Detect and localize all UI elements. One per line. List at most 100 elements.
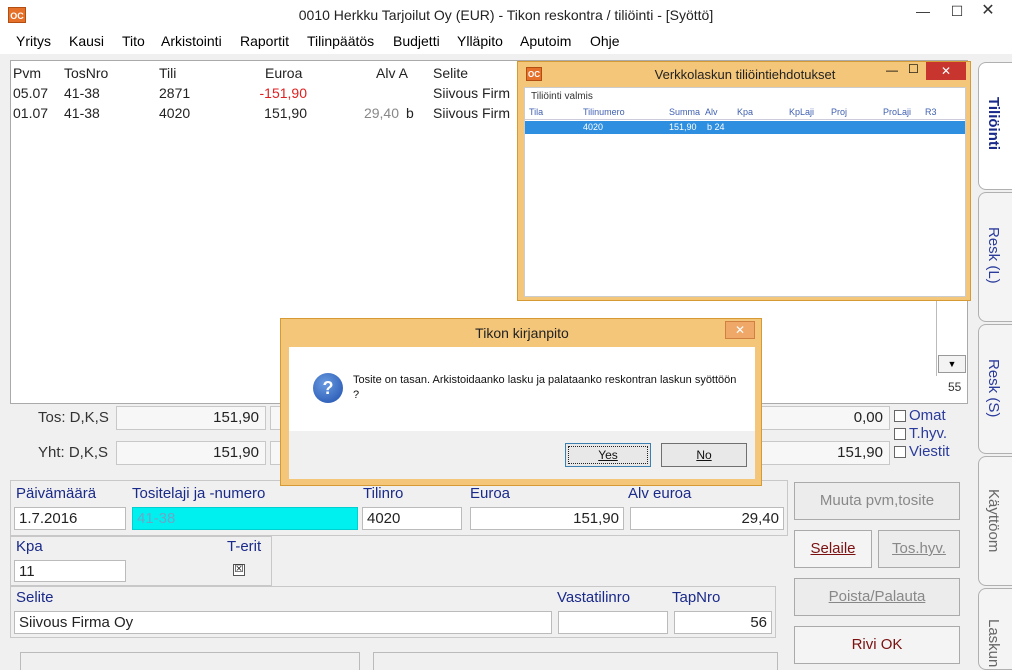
vastatilinro-field[interactable] bbox=[558, 611, 668, 634]
tilinro-label: Tilinro bbox=[363, 485, 404, 502]
rivi-ok-button[interactable]: Rivi OK bbox=[794, 626, 960, 664]
omat-checkbox[interactable] bbox=[894, 410, 906, 422]
row-alv-code: b bbox=[406, 105, 414, 121]
dialog-title: Tikon kirjanpito bbox=[475, 325, 569, 341]
terit-label: T-erit bbox=[227, 538, 262, 555]
poista-palauta-button[interactable]: Poista/Palauta bbox=[794, 578, 960, 616]
vk-col-header[interactable]: Tilinumero bbox=[583, 107, 625, 117]
thyv-label: T.hyv. bbox=[909, 425, 948, 442]
alv-euroa-field[interactable]: 29,40 bbox=[630, 507, 784, 530]
menu-ohje[interactable]: Ohje bbox=[590, 33, 620, 49]
col-header-tosnro[interactable]: TosNro bbox=[64, 65, 108, 81]
col-header-euroa[interactable]: Euroa bbox=[265, 65, 302, 81]
yes-button[interactable]: Yes bbox=[565, 443, 651, 467]
tab-laskun-label: Laskun bbox=[985, 619, 1002, 668]
verkkolasku-title: Verkkolaskun tiliöintiehdotukset bbox=[654, 67, 836, 82]
omat-label: Omat bbox=[909, 407, 946, 424]
tos-total-value: 151,90 bbox=[116, 406, 266, 430]
tab-tiliointi[interactable]: Tiliöinti bbox=[978, 62, 1012, 190]
vk-col-header[interactable]: ProLaji bbox=[883, 107, 911, 117]
row-pvm: 01.07 bbox=[13, 105, 49, 121]
row-tosnro: 41-38 bbox=[64, 85, 100, 101]
tab-resk-l[interactable]: Resk (L) bbox=[978, 192, 1012, 322]
dialog-footer: Yes No bbox=[289, 431, 755, 479]
minimize-button[interactable]: — bbox=[886, 63, 898, 77]
paivamaara-field[interactable]: 1.7.2016 bbox=[14, 507, 126, 530]
menu-yritys[interactable]: Yritys bbox=[16, 33, 51, 49]
tab-kayttoom[interactable]: Käyttöom bbox=[978, 456, 1012, 586]
tapnro-label: TapNro bbox=[672, 589, 721, 606]
tos-hyv-button[interactable]: Tos.hyv. bbox=[878, 530, 960, 568]
vastatilinro-label: Vastatilinro bbox=[557, 589, 631, 606]
vk-header-divider bbox=[525, 119, 965, 120]
dialog-close-icon[interactable]: ✕ bbox=[725, 321, 755, 339]
col-header-alv[interactable]: Alv A bbox=[376, 65, 408, 81]
confirm-dialog: Tikon kirjanpito ✕ ? Tosite on tasan. Ar… bbox=[280, 318, 762, 486]
minimize-button[interactable]: — bbox=[906, 0, 940, 24]
scroll-down-arrow-icon[interactable]: ▼ bbox=[938, 355, 966, 373]
bottom-field-2 bbox=[373, 652, 778, 670]
menu-bar: Yritys Kausi Tito Arkistointi Raportit T… bbox=[0, 30, 1012, 54]
tositelaji-field[interactable]: 41-38 bbox=[132, 507, 358, 530]
tositelaji-label: Tositelaji ja -numero bbox=[132, 485, 266, 502]
tab-resk-l-label: Resk (L) bbox=[985, 227, 1002, 284]
selaile-button[interactable]: Selaile bbox=[794, 530, 872, 568]
tapnro-field[interactable]: 56 bbox=[674, 611, 772, 634]
row-count: 55 bbox=[948, 380, 962, 394]
col-header-tili[interactable]: Tili bbox=[159, 65, 176, 81]
col-header-pvm[interactable]: Pvm bbox=[13, 65, 41, 81]
kpa-field[interactable]: 11 bbox=[14, 560, 126, 582]
menu-arkistointi[interactable]: Arkistointi bbox=[161, 33, 222, 49]
verkkolasku-body: Tiliöinti valmis Tila Tilinumero Summa A… bbox=[524, 87, 966, 297]
viestit-label: Viestit bbox=[909, 443, 950, 460]
tab-tiliointi-label: Tiliöinti bbox=[985, 97, 1002, 151]
dialog-message: Tosite on tasan. Arkistoidaanko lasku ja… bbox=[353, 374, 737, 401]
euroa-field[interactable]: 151,90 bbox=[470, 507, 624, 530]
euroa-label: Euroa bbox=[470, 485, 511, 502]
dialog-body: ? Tosite on tasan. Arkistoidaanko lasku … bbox=[289, 347, 755, 431]
vk-col-header[interactable]: Summa bbox=[669, 107, 700, 117]
vk-col-header[interactable]: Tila bbox=[529, 107, 543, 117]
yht-total-right-value: 151,90 bbox=[760, 441, 890, 465]
yht-total-value: 151,90 bbox=[116, 441, 266, 465]
kpa-label: Kpa bbox=[16, 538, 43, 555]
vk-summa: 151,90 bbox=[669, 122, 697, 132]
vk-col-header[interactable]: Proj bbox=[831, 107, 847, 117]
tab-kayttoom-label: Käyttöom bbox=[985, 489, 1002, 553]
thyv-checkbox[interactable] bbox=[894, 428, 906, 440]
bottom-field-1 bbox=[20, 652, 360, 670]
row-selite: Siivous Firm bbox=[433, 105, 511, 121]
vk-col-header[interactable]: Kpa bbox=[737, 107, 753, 117]
menu-kausi[interactable]: Kausi bbox=[69, 33, 104, 49]
tos-total-right-value: 0,00 bbox=[760, 406, 890, 430]
menu-tito[interactable]: Tito bbox=[122, 33, 145, 49]
no-button[interactable]: No bbox=[661, 443, 747, 467]
viestit-checkbox[interactable] bbox=[894, 446, 906, 458]
menu-tilinpaatos[interactable]: Tilinpäätös bbox=[307, 33, 374, 49]
alv-euroa-label: Alv euroa bbox=[628, 485, 692, 502]
row-tili: 2871 bbox=[159, 85, 191, 101]
maximize-button[interactable]: ☐ bbox=[908, 62, 919, 76]
vk-col-header[interactable]: R3 bbox=[925, 107, 937, 117]
close-button[interactable]: ✕ bbox=[926, 62, 966, 80]
row-euroa: 151,90 bbox=[264, 105, 307, 121]
vk-selected-row[interactable]: 4020 151,90 b 24 bbox=[525, 121, 965, 134]
vk-col-header[interactable]: KpLaji bbox=[789, 107, 814, 117]
menu-raportit[interactable]: Raportit bbox=[240, 33, 289, 49]
tab-resk-s[interactable]: Resk (S) bbox=[978, 324, 1012, 454]
tab-laskun[interactable]: Laskun bbox=[978, 588, 1012, 670]
muuta-pvm-tosite-button[interactable]: Muuta pvm,tosite bbox=[794, 482, 960, 520]
verkkolasku-suggestions-window: OC Verkkolaskun tiliöintiehdotukset — ☐ … bbox=[517, 61, 971, 301]
row-pvm: 05.07 bbox=[13, 85, 49, 101]
close-button[interactable]: ✕ bbox=[968, 0, 1008, 24]
menu-yllapito[interactable]: Ylläpito bbox=[457, 33, 503, 49]
menu-aputoim[interactable]: Aputoim bbox=[520, 33, 571, 49]
row-selite: Siivous Firm bbox=[433, 85, 511, 101]
menu-budjetti[interactable]: Budjetti bbox=[393, 33, 440, 49]
vk-col-header[interactable]: Alv bbox=[705, 107, 718, 117]
tilinro-field[interactable]: 4020 bbox=[362, 507, 462, 530]
selite-field[interactable]: Siivous Firma Oy bbox=[14, 611, 552, 634]
terit-checkbox[interactable]: ☒ bbox=[233, 564, 245, 576]
col-header-selite[interactable]: Selite bbox=[433, 65, 468, 81]
yht-total-label: Yht: D,K,S bbox=[38, 444, 109, 461]
